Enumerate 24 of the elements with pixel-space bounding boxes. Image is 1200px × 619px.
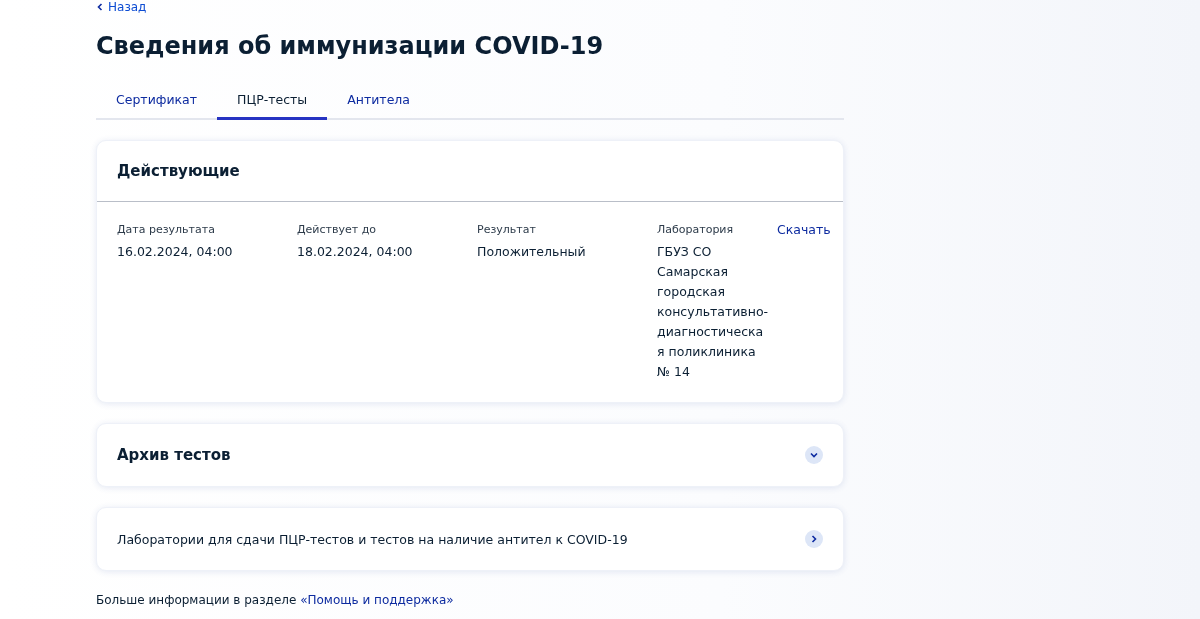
accordion-title: Архив тестов xyxy=(117,446,231,464)
tab[interactable]: Сертификат xyxy=(96,84,218,120)
field-label: Действует до xyxy=(297,222,377,238)
field-value: 18.02.2024, 04:00 xyxy=(297,243,414,261)
field-label: Дата результата xyxy=(117,222,216,238)
page-title: Сведения об иммунизации COVID-19 xyxy=(96,31,605,62)
chevron-icon xyxy=(805,530,823,548)
labs-link-card[interactable]: Лаборатории для сдачи ПЦР-тестов и тестов на наличие антител к COVID-19 xyxy=(96,507,844,571)
tab[interactable]: ПЦР-тесты xyxy=(217,84,328,120)
field-value: Положительный xyxy=(477,243,587,261)
field-label: Лаборатория xyxy=(657,222,735,238)
field-value: 16.02.2024, 04:00 xyxy=(117,243,234,261)
field-label: Результат xyxy=(477,222,537,238)
chevron-icon xyxy=(805,446,823,464)
help-link[interactable]: «Помощь и поддержка» xyxy=(300,593,454,607)
info-text: Больше информации в разделе «Помощь и поддержка» xyxy=(96,593,455,607)
back-link[interactable]: Назад xyxy=(96,0,147,14)
tab[interactable]: Антитела xyxy=(327,84,430,120)
labs-link-text: Лаборатории для сдачи ПЦР-тестов и тестов на наличие антител к COVID-19 xyxy=(117,531,628,547)
field-value: ГБУЗ СО Самарская городская консультативно-диагностическая поликлиника № 14 xyxy=(657,243,769,381)
card-title: Действующие xyxy=(116,161,241,182)
download-link[interactable]: Скачать xyxy=(777,222,831,237)
archive-accordion[interactable]: Архив тестов xyxy=(96,423,844,487)
back-chevron-icon xyxy=(96,3,104,11)
